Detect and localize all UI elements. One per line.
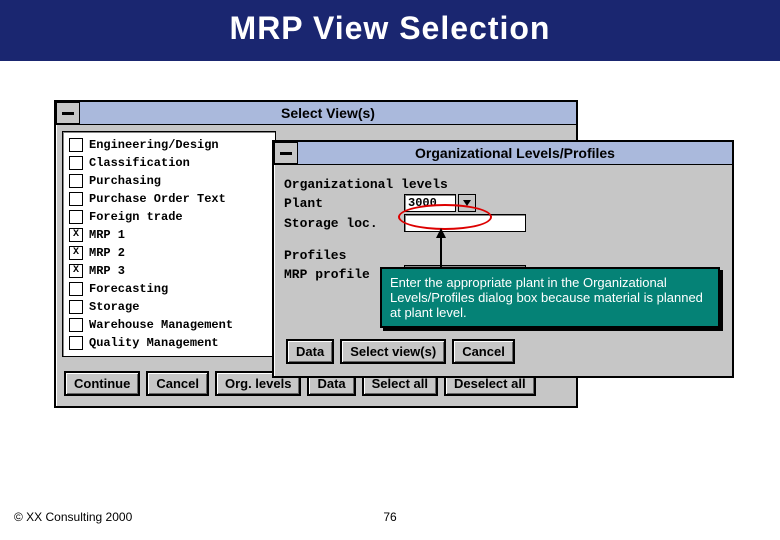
copyright-text: © XX Consulting 2000 xyxy=(14,510,132,524)
highlight-oval xyxy=(398,204,492,230)
org-levels-button-row: Data Select view(s) Cancel xyxy=(284,335,722,368)
system-menu-icon[interactable] xyxy=(56,102,80,124)
view-label: Quality Management xyxy=(89,334,219,352)
view-list-item[interactable]: Purchase Order Text xyxy=(69,190,269,208)
view-list-item[interactable]: Quality Management xyxy=(69,334,269,352)
view-label: Purchase Order Text xyxy=(89,190,226,208)
view-label: Engineering/Design xyxy=(89,136,219,154)
org-levels-title: Organizational Levels/Profiles xyxy=(298,145,732,161)
storage-loc-label: Storage loc. xyxy=(284,216,404,231)
view-checkbox[interactable] xyxy=(69,282,83,296)
select-views-button-org[interactable]: Select view(s) xyxy=(340,339,446,364)
view-label: MRP 1 xyxy=(89,226,125,244)
view-list-item[interactable]: Purchasing xyxy=(69,172,269,190)
instruction-callout: Enter the appropriate plant in the Organ… xyxy=(380,267,720,328)
view-list-item[interactable]: Engineering/Design xyxy=(69,136,269,154)
view-list-item[interactable]: MRP 1 xyxy=(69,226,269,244)
view-label: Forecasting xyxy=(89,280,168,298)
view-label: Foreign trade xyxy=(89,208,183,226)
org-levels-window: Organizational Levels/Profiles Organizat… xyxy=(272,140,734,378)
view-label: Classification xyxy=(89,154,190,172)
view-list-item[interactable]: MRP 2 xyxy=(69,244,269,262)
view-label: MRP 2 xyxy=(89,244,125,262)
arrow-line xyxy=(440,236,442,270)
view-checkbox[interactable] xyxy=(69,156,83,170)
view-list-item[interactable]: MRP 3 xyxy=(69,262,269,280)
view-label: Purchasing xyxy=(89,172,161,190)
view-checkbox[interactable] xyxy=(69,228,83,242)
view-checkbox[interactable] xyxy=(69,336,83,350)
continue-button[interactable]: Continue xyxy=(64,371,140,396)
data-button-org[interactable]: Data xyxy=(286,339,334,364)
view-list-item[interactable]: Foreign trade xyxy=(69,208,269,226)
view-list-item[interactable]: Forecasting xyxy=(69,280,269,298)
org-levels-section-label: Organizational levels xyxy=(284,177,722,192)
view-checkbox[interactable] xyxy=(69,246,83,260)
views-listbox[interactable]: Engineering/DesignClassificationPurchasi… xyxy=(62,131,276,357)
view-checkbox[interactable] xyxy=(69,264,83,278)
view-checkbox[interactable] xyxy=(69,210,83,224)
storage-field-row: Storage loc. xyxy=(284,214,722,232)
view-checkbox[interactable] xyxy=(69,318,83,332)
cancel-button[interactable]: Cancel xyxy=(146,371,209,396)
view-checkbox[interactable] xyxy=(69,300,83,314)
page-title: MRP View Selection xyxy=(0,0,780,61)
plant-field-row: Plant 3000 xyxy=(284,194,722,212)
view-checkbox[interactable] xyxy=(69,174,83,188)
select-views-title: Select View(s) xyxy=(80,105,576,121)
view-checkbox[interactable] xyxy=(69,138,83,152)
plant-label: Plant xyxy=(284,196,404,211)
page-number: 76 xyxy=(383,510,396,524)
profiles-section-label: Profiles xyxy=(284,248,722,263)
view-list-item[interactable]: Warehouse Management xyxy=(69,316,269,334)
view-list-item[interactable]: Classification xyxy=(69,154,269,172)
select-views-titlebar: Select View(s) xyxy=(56,102,576,125)
view-label: Warehouse Management xyxy=(89,316,233,334)
cancel-button-org[interactable]: Cancel xyxy=(452,339,515,364)
view-label: MRP 3 xyxy=(89,262,125,280)
system-menu-icon[interactable] xyxy=(274,142,298,164)
view-label: Storage xyxy=(89,298,139,316)
org-levels-titlebar: Organizational Levels/Profiles xyxy=(274,142,732,165)
view-checkbox[interactable] xyxy=(69,192,83,206)
view-list-item[interactable]: Storage xyxy=(69,298,269,316)
